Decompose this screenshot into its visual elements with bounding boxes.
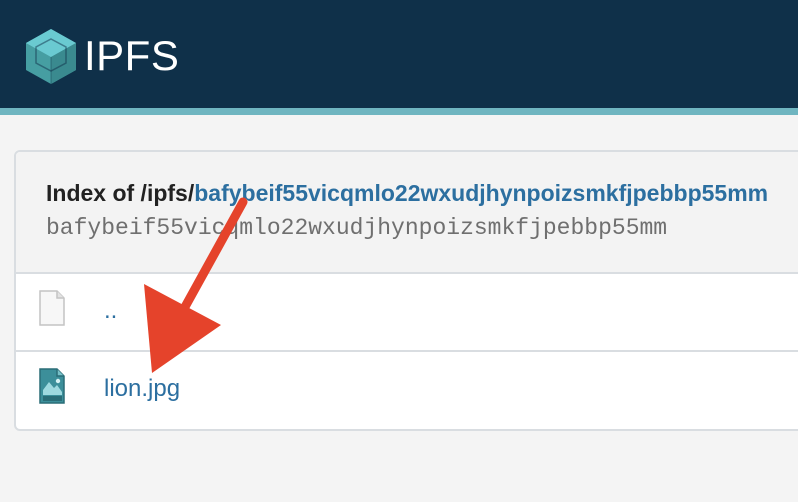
logo-text: IPFS <box>84 32 180 79</box>
logo[interactable]: IPFS <box>24 27 179 85</box>
ipfs-cube-icon <box>26 29 76 84</box>
index-prefix: Index of /ipfs/ <box>46 180 195 206</box>
cid-text: bafybeif55vicqmlo22wxudjhynpoizsmkfjpebb… <box>46 215 668 241</box>
file-blank-icon <box>39 290 65 326</box>
file-link-lion[interactable]: lion.jpg <box>104 375 180 403</box>
directory-listing: Index of /ipfs/bafybeif55vicqmlo22wxudjh… <box>14 150 798 431</box>
list-item-file: lion.jpg <box>16 352 798 429</box>
listing-header: Index of /ipfs/bafybeif55vicqmlo22wxudjh… <box>16 152 798 274</box>
cid-link[interactable]: bafybeif55vicqmlo22wxudjhynpoizsmkfjpebb… <box>194 180 768 206</box>
list-item-parent: .. <box>16 274 798 352</box>
file-jpg-icon <box>39 368 65 404</box>
top-header: IPFS <box>0 0 798 115</box>
parent-dir-link[interactable]: .. <box>104 297 117 325</box>
index-title: Index of /ipfs/bafybeif55vicqmlo22wxudjh… <box>46 180 798 207</box>
